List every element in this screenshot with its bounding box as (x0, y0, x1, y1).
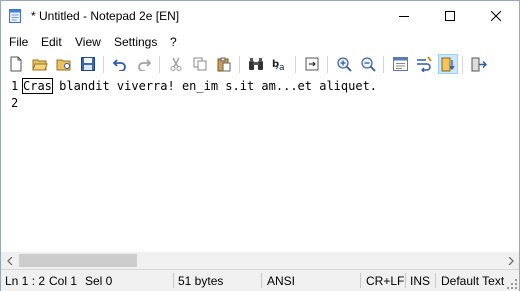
status-separator (435, 273, 436, 288)
redo-button[interactable] (135, 55, 153, 73)
save-icon (81, 57, 95, 71)
menu-file[interactable]: File (9, 35, 28, 49)
zoom-in-button[interactable] (335, 55, 353, 73)
close-button[interactable] (473, 1, 519, 31)
notepad-app-icon (9, 9, 21, 23)
menu-bar: File Edit View Settings ? (1, 32, 519, 52)
maximize-button[interactable] (427, 1, 473, 31)
copy-icon (193, 57, 207, 71)
open-folder-icon (32, 59, 48, 71)
menu-view[interactable]: View (75, 35, 101, 49)
exit-icon (471, 57, 487, 71)
window-title: * Untitled - Notepad 2e [EN] (31, 9, 180, 23)
status-encoding[interactable]: ANSI (267, 274, 295, 288)
browse-button[interactable] (55, 55, 73, 73)
wordwrap-icon (417, 56, 432, 72)
scroll-left-button[interactable] (1, 252, 18, 269)
editor-line[interactable]: Cras blandit viverra! en_im s.it am...et… (22, 78, 378, 94)
toolbar-separator (462, 56, 463, 73)
copy-button[interactable] (191, 55, 209, 73)
minimize-button[interactable] (381, 1, 427, 31)
goto-button[interactable] (303, 55, 321, 73)
status-file-size: 51 bytes (178, 274, 224, 288)
horizontal-scrollbar[interactable] (1, 252, 519, 269)
menu-edit[interactable]: Edit (41, 35, 62, 49)
status-separator (360, 273, 361, 288)
scrollbar-thumb[interactable] (19, 254, 137, 267)
toolbar: ba (1, 52, 519, 78)
scheme-icon (441, 57, 455, 71)
status-line-ending[interactable]: CR+LF (366, 274, 404, 288)
status-scheme[interactable]: Default Text (441, 274, 504, 288)
cut-button[interactable] (167, 55, 185, 73)
save-button[interactable] (79, 55, 97, 73)
replace-button[interactable]: ba (271, 55, 289, 73)
toolbar-separator (383, 56, 384, 73)
find-button[interactable] (247, 55, 265, 73)
zoom-out-icon (360, 56, 376, 72)
scroll-left-icon (6, 256, 12, 265)
status-column: Col 1 (49, 274, 78, 288)
new-button[interactable] (7, 55, 25, 73)
paste-button[interactable] (215, 55, 233, 73)
status-line-position: Ln 1 : 2 (5, 274, 46, 288)
scroll-right-icon (508, 256, 514, 265)
toolbar-separator (295, 56, 296, 73)
resize-grip-icon[interactable] (507, 279, 517, 289)
scroll-right-button[interactable] (502, 252, 519, 269)
minimize-icon (399, 16, 409, 17)
exit-button[interactable] (470, 55, 488, 73)
view-options-button[interactable] (391, 55, 409, 73)
paste-icon (217, 57, 231, 71)
open-button[interactable] (31, 55, 49, 73)
menu-settings[interactable]: Settings (114, 35, 157, 49)
highlighted-match: Cras (22, 78, 53, 94)
close-icon (491, 11, 501, 21)
line-number: 1 (11, 79, 19, 93)
undo-icon (113, 59, 126, 71)
new-file-icon (10, 56, 22, 72)
maximize-icon (445, 11, 455, 21)
scheme-button[interactable] (438, 54, 458, 74)
browse-folder-icon (56, 59, 71, 71)
status-bar: Ln 1 : 2 Col 1 Sel 0 51 bytes ANSI CR+LF… (1, 269, 519, 291)
binoculars-icon (249, 58, 263, 70)
text-editor[interactable]: 1 2 Cras blandit viverra! en_im s.it am.… (1, 77, 519, 252)
title-bar[interactable]: * Untitled - Notepad 2e [EN] (1, 1, 519, 31)
zoom-out-button[interactable] (359, 55, 377, 73)
editor-line-text: blandit viverra! en_im s.it am...et aliq… (51, 79, 378, 93)
undo-button[interactable] (111, 55, 129, 73)
redo-icon (138, 59, 151, 71)
status-separator (405, 273, 406, 288)
toolbar-separator (103, 56, 104, 73)
status-separator (261, 273, 262, 288)
notepad-window: * Untitled - Notepad 2e [EN] File Edit V… (0, 0, 520, 291)
view-options-icon (392, 57, 408, 71)
goto-line-icon (305, 57, 319, 71)
toolbar-separator (159, 56, 160, 73)
zoom-in-icon (336, 56, 352, 72)
status-selection: Sel 0 (85, 274, 113, 288)
status-insert-mode[interactable]: INS (410, 274, 430, 288)
svg-text:a: a (279, 63, 285, 71)
scissors-icon (170, 57, 182, 71)
replace-icon: ba (272, 59, 285, 71)
wordwrap-button[interactable] (415, 55, 433, 73)
menu-help[interactable]: ? (170, 35, 177, 49)
status-separator (173, 273, 174, 288)
line-number: 2 (11, 96, 19, 110)
toolbar-separator (239, 56, 240, 73)
toolbar-separator (327, 56, 328, 73)
